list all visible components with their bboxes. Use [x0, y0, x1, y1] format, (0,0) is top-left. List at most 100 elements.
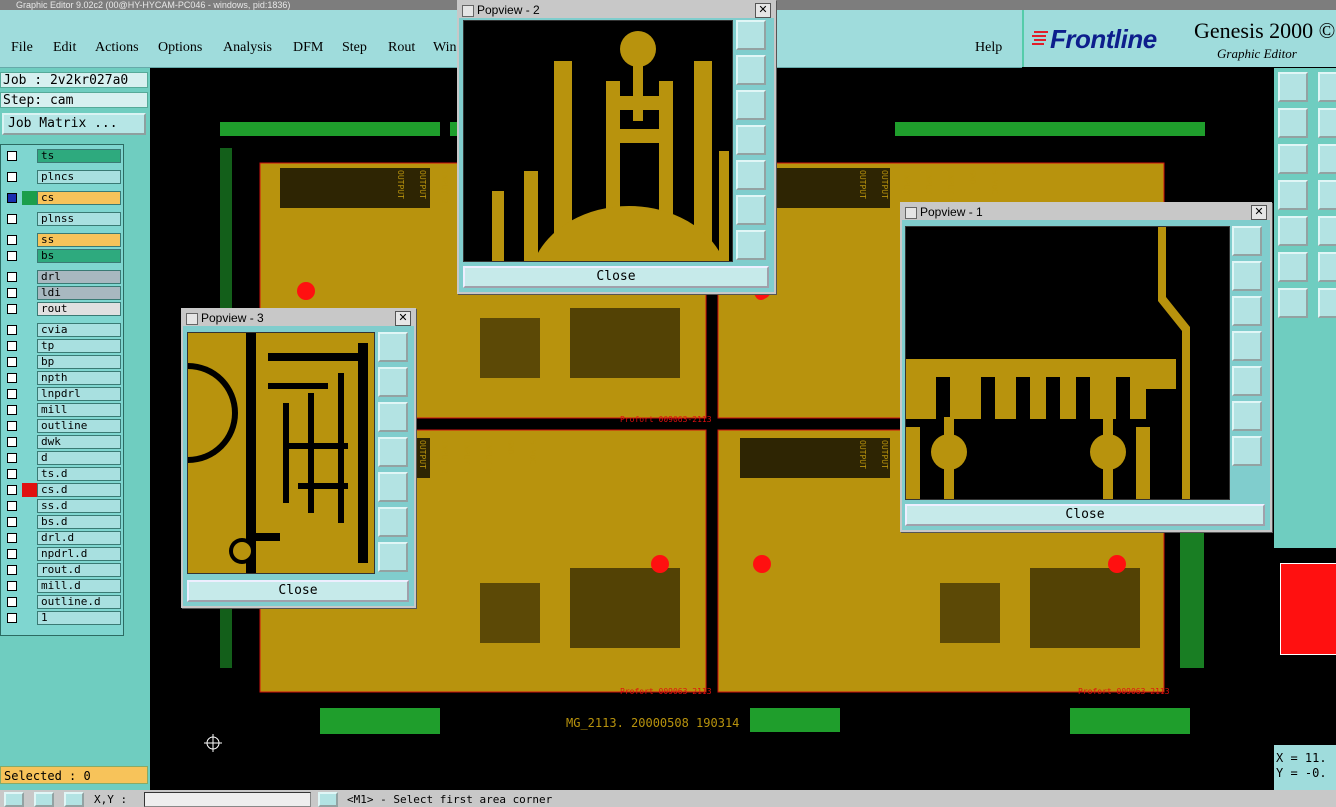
zoom-in-icon[interactable] [1318, 72, 1336, 102]
layer-name[interactable]: ldi [37, 286, 121, 300]
layer-checkbox[interactable] [7, 533, 17, 543]
window-menu-icon[interactable] [186, 313, 198, 325]
close-icon[interactable]: ✕ [755, 3, 771, 18]
layer-name[interactable]: ss [37, 233, 121, 247]
zoom-fit-icon[interactable] [736, 195, 766, 225]
layer-name[interactable]: bs.d [37, 515, 121, 529]
layer-name[interactable]: mill.d [37, 579, 121, 593]
layer-checkbox[interactable] [7, 151, 17, 161]
layer-name[interactable]: rout.d [37, 563, 121, 577]
layer-checkbox[interactable] [7, 325, 17, 335]
menu-options[interactable]: Options [158, 40, 202, 56]
zoom-out-icon[interactable] [1232, 296, 1262, 326]
layer-checkbox[interactable] [7, 613, 17, 623]
fit-icon[interactable] [1278, 144, 1308, 174]
layer-name[interactable]: outline.d [37, 595, 121, 609]
pan-center-icon[interactable] [378, 542, 408, 572]
popview-1-view[interactable] [905, 226, 1230, 500]
layer-name[interactable]: cs [37, 191, 121, 205]
layer-row-cvia[interactable]: cvia [3, 323, 121, 337]
layer-row-cs-d[interactable]: cs.d [3, 483, 121, 497]
pan-center-icon[interactable] [736, 230, 766, 260]
layer-name[interactable]: plncs [37, 170, 121, 184]
layer-checkbox[interactable] [7, 214, 17, 224]
layer-row-plnss[interactable]: plnss [3, 212, 121, 226]
layer-checkbox[interactable] [7, 453, 17, 463]
layer-row-outline[interactable]: outline [3, 419, 121, 433]
layer-checkbox[interactable] [7, 549, 17, 559]
layer-name[interactable]: mill [37, 403, 121, 417]
xy-input[interactable] [144, 792, 311, 807]
layer-row-ts-d[interactable]: ts.d [3, 467, 121, 481]
layer-checkbox[interactable] [7, 485, 17, 495]
layer-name[interactable]: d [37, 451, 121, 465]
add-line-icon[interactable] [1278, 252, 1308, 282]
layer-checkbox[interactable] [7, 251, 17, 261]
layer-name[interactable]: bs [37, 249, 121, 263]
menu-edit[interactable]: Edit [53, 40, 76, 56]
popview-2-view[interactable] [463, 20, 733, 262]
layer-checkbox[interactable] [7, 172, 17, 182]
layer-checkbox[interactable] [7, 341, 17, 351]
window-menu-icon[interactable] [462, 5, 474, 17]
add-pad-icon[interactable] [1318, 252, 1336, 282]
pan-left-icon[interactable] [378, 437, 408, 467]
layer-checkbox[interactable] [7, 421, 17, 431]
layer-checkbox[interactable] [7, 373, 17, 383]
layer-row-ss-d[interactable]: ss.d [3, 499, 121, 513]
layer-checkbox[interactable] [7, 469, 17, 479]
layer-checkbox[interactable] [7, 517, 17, 527]
layer-row-mill-d[interactable]: mill.d [3, 579, 121, 593]
layer-checkbox[interactable] [7, 272, 17, 282]
pan-left-icon[interactable] [1232, 331, 1262, 361]
layer-checkbox[interactable] [7, 581, 17, 591]
pan-left-icon[interactable] [736, 125, 766, 155]
pan-right-icon[interactable] [378, 472, 408, 502]
layer-row-tp[interactable]: tp [3, 339, 121, 353]
layer-row-drl-d[interactable]: drl.d [3, 531, 121, 545]
layer-name[interactable]: ts.d [37, 467, 121, 481]
pan-left-icon[interactable] [1278, 108, 1308, 138]
zoom-home-icon[interactable] [378, 332, 408, 362]
zoom-home-icon[interactable] [1278, 72, 1308, 102]
layer-row-bp[interactable]: bp [3, 355, 121, 369]
layer-name[interactable]: plnss [37, 212, 121, 226]
menu-dfm[interactable]: DFM [293, 40, 323, 56]
job-matrix-button[interactable]: Job Matrix ... [2, 113, 146, 135]
layer-row-lnpdrl[interactable]: lnpdrl [3, 387, 121, 401]
zoom-in-icon[interactable] [1232, 261, 1262, 291]
layer-checkbox[interactable] [7, 405, 17, 415]
measure-icon[interactable] [64, 792, 84, 807]
layer-checkbox[interactable] [7, 193, 17, 203]
zoom-home-icon[interactable] [736, 20, 766, 50]
pan-right-icon[interactable] [736, 160, 766, 190]
menu-window[interactable]: Win [433, 40, 457, 56]
pan-right-icon[interactable] [1318, 108, 1336, 138]
layer-row-ts[interactable]: ts [3, 149, 121, 163]
layer-row-ss[interactable]: ss [3, 233, 121, 247]
layer-name[interactable]: drl.d [37, 531, 121, 545]
layer-row-dwk[interactable]: dwk [3, 435, 121, 449]
menu-help[interactable]: Help [975, 40, 1002, 56]
layer-checkbox[interactable] [7, 597, 17, 607]
zoom-area-icon[interactable] [1318, 144, 1336, 174]
grid-icon[interactable] [4, 792, 24, 807]
zoom-fit-icon[interactable] [1232, 401, 1262, 431]
menu-rout[interactable]: Rout [388, 40, 415, 56]
layer-row-npdrl-d[interactable]: npdrl.d [3, 547, 121, 561]
layer-row-drl[interactable]: drl [3, 270, 121, 284]
layer-checkbox[interactable] [7, 501, 17, 511]
layer-name[interactable]: dwk [37, 435, 121, 449]
layer-row-ldi[interactable]: ldi [3, 286, 121, 300]
layer-name[interactable]: tp [37, 339, 121, 353]
layer-row-rout-d[interactable]: rout.d [3, 563, 121, 577]
layer-checkbox[interactable] [7, 357, 17, 367]
zoom-in-icon[interactable] [378, 367, 408, 397]
snap-icon[interactable] [1278, 216, 1308, 246]
zoom-fit-icon[interactable] [378, 507, 408, 537]
window-menu-icon[interactable] [905, 207, 917, 219]
layer-row-rout[interactable]: rout [3, 302, 121, 316]
zoom-home-icon[interactable] [1232, 226, 1262, 256]
layer-row-bs[interactable]: bs [3, 249, 121, 263]
layer-checkbox[interactable] [7, 304, 17, 314]
